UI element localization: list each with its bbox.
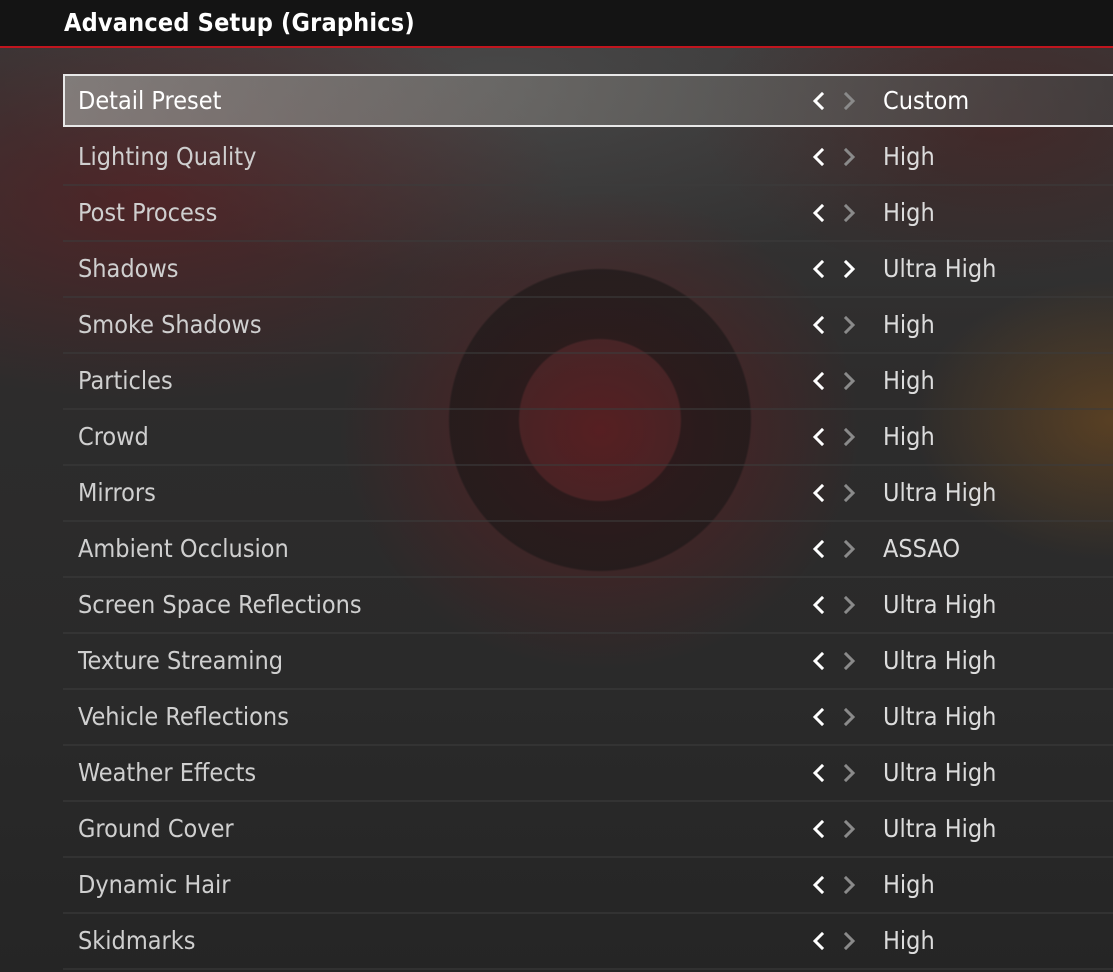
chevron-right-icon[interactable] — [841, 484, 857, 502]
value-selector — [811, 872, 861, 898]
setting-value: Ultra High — [883, 702, 997, 731]
chevron-right-icon[interactable] — [841, 876, 857, 894]
setting-row-particles[interactable]: Particles High — [63, 354, 1113, 410]
value-selector — [811, 816, 861, 842]
setting-value: Ultra High — [883, 254, 997, 283]
value-selector — [811, 368, 861, 394]
setting-value: Ultra High — [883, 478, 997, 507]
chevron-left-icon[interactable] — [811, 764, 827, 782]
chevron-right-icon[interactable] — [841, 596, 857, 614]
chevron-right-icon[interactable] — [841, 148, 857, 166]
page-title: Advanced Setup (Graphics) — [64, 8, 415, 37]
chevron-right-icon[interactable] — [841, 540, 857, 558]
setting-value: High — [883, 310, 935, 339]
chevron-left-icon[interactable] — [811, 316, 827, 334]
setting-row-ambient-occlusion[interactable]: Ambient Occlusion ASSAO — [63, 522, 1113, 578]
chevron-right-icon[interactable] — [841, 372, 857, 390]
chevron-right-icon[interactable] — [841, 204, 857, 222]
chevron-right-icon[interactable] — [841, 708, 857, 726]
setting-row-ground-cover[interactable]: Ground Cover Ultra High — [63, 802, 1113, 858]
chevron-right-icon[interactable] — [841, 820, 857, 838]
chevron-left-icon[interactable] — [811, 204, 827, 222]
chevron-right-icon[interactable] — [841, 428, 857, 446]
setting-value: High — [883, 870, 935, 899]
setting-row-detail-preset[interactable]: Detail Preset Custom — [63, 74, 1113, 127]
setting-value: ASSAO — [883, 534, 961, 563]
chevron-left-icon[interactable] — [811, 92, 827, 110]
setting-label: Detail Preset — [78, 86, 222, 115]
chevron-left-icon[interactable] — [811, 652, 827, 670]
setting-value: High — [883, 142, 935, 171]
setting-label: Crowd — [78, 422, 149, 451]
setting-row-vehicle-reflections[interactable]: Vehicle Reflections Ultra High — [63, 690, 1113, 746]
chevron-right-icon[interactable] — [841, 652, 857, 670]
value-selector — [811, 704, 861, 730]
value-selector — [811, 88, 861, 114]
chevron-left-icon[interactable] — [811, 596, 827, 614]
value-selector — [811, 648, 861, 674]
setting-row-dynamic-hair[interactable]: Dynamic Hair High — [63, 858, 1113, 914]
setting-row-screen-space-reflections[interactable]: Screen Space Reflections Ultra High — [63, 578, 1113, 634]
value-selector — [811, 536, 861, 562]
chevron-left-icon[interactable] — [811, 708, 827, 726]
chevron-right-icon[interactable] — [841, 932, 857, 950]
value-selector — [811, 312, 861, 338]
chevron-left-icon[interactable] — [811, 148, 827, 166]
setting-row-lighting-quality[interactable]: Lighting Quality High — [63, 130, 1113, 186]
setting-row-shadows[interactable]: Shadows Ultra High — [63, 242, 1113, 298]
setting-value: Ultra High — [883, 814, 997, 843]
chevron-left-icon[interactable] — [811, 260, 827, 278]
setting-label: Particles — [78, 366, 173, 395]
chevron-left-icon[interactable] — [811, 932, 827, 950]
chevron-left-icon[interactable] — [811, 876, 827, 894]
settings-list: Detail Preset Custom Lighting Quality High P… — [63, 74, 1113, 970]
setting-label: Ambient Occlusion — [78, 534, 289, 563]
setting-value: High — [883, 198, 935, 227]
value-selector — [811, 928, 861, 954]
setting-row-mirrors[interactable]: Mirrors Ultra High — [63, 466, 1113, 522]
page-header: Advanced Setup (Graphics) — [0, 0, 1113, 48]
value-selector — [811, 200, 861, 226]
setting-label: Dynamic Hair — [78, 870, 231, 899]
chevron-right-icon[interactable] — [841, 260, 857, 278]
setting-value: High — [883, 366, 935, 395]
setting-value: High — [883, 926, 935, 955]
value-selector — [811, 144, 861, 170]
setting-row-skidmarks[interactable]: Skidmarks High — [63, 914, 1113, 970]
setting-row-smoke-shadows[interactable]: Smoke Shadows High — [63, 298, 1113, 354]
setting-row-crowd[interactable]: Crowd High — [63, 410, 1113, 466]
setting-label: Ground Cover — [78, 814, 234, 843]
setting-value: Ultra High — [883, 590, 997, 619]
setting-row-post-process[interactable]: Post Process High — [63, 186, 1113, 242]
setting-value: Ultra High — [883, 646, 997, 675]
chevron-right-icon[interactable] — [841, 316, 857, 334]
setting-row-texture-streaming[interactable]: Texture Streaming Ultra High — [63, 634, 1113, 690]
value-selector — [811, 480, 861, 506]
setting-value: Custom — [883, 86, 970, 115]
chevron-right-icon[interactable] — [841, 764, 857, 782]
setting-label: Smoke Shadows — [78, 310, 262, 339]
setting-label: Texture Streaming — [78, 646, 284, 675]
setting-label: Lighting Quality — [78, 142, 257, 171]
chevron-left-icon[interactable] — [811, 428, 827, 446]
setting-label: Post Process — [78, 198, 218, 227]
setting-row-weather-effects[interactable]: Weather Effects Ultra High — [63, 746, 1113, 802]
chevron-left-icon[interactable] — [811, 484, 827, 502]
chevron-left-icon[interactable] — [811, 820, 827, 838]
chevron-left-icon[interactable] — [811, 372, 827, 390]
value-selector — [811, 592, 861, 618]
setting-label: Skidmarks — [78, 926, 196, 955]
setting-value: High — [883, 422, 935, 451]
setting-label: Screen Space Reflections — [78, 590, 362, 619]
setting-label: Shadows — [78, 254, 179, 283]
value-selector — [811, 424, 861, 450]
chevron-right-icon[interactable] — [841, 92, 857, 110]
setting-label: Mirrors — [78, 478, 156, 507]
setting-label: Vehicle Reflections — [78, 702, 289, 731]
value-selector — [811, 760, 861, 786]
value-selector — [811, 256, 861, 282]
chevron-left-icon[interactable] — [811, 540, 827, 558]
setting-value: Ultra High — [883, 758, 997, 787]
setting-label: Weather Effects — [78, 758, 257, 787]
